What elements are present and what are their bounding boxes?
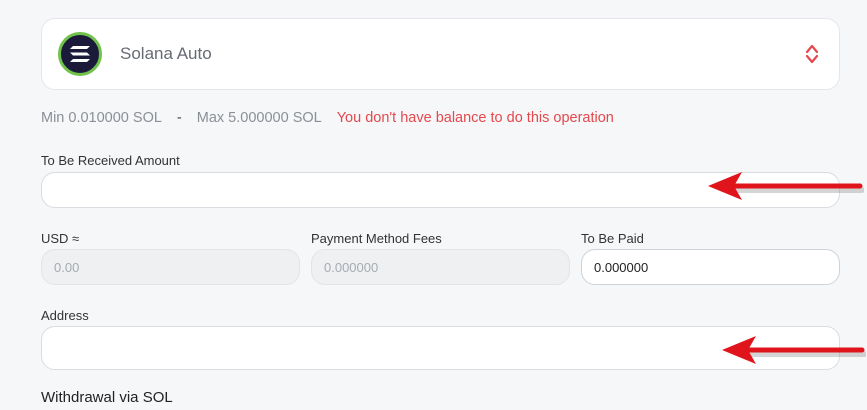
solana-logo-icon bbox=[58, 32, 102, 76]
usd-input: 0.00 bbox=[41, 249, 300, 285]
withdrawal-heading: Withdrawal via SOL bbox=[41, 389, 173, 406]
usd-label: USD ≈ bbox=[41, 231, 80, 246]
max-limit: Max 5.000000 SOL bbox=[196, 110, 322, 126]
min-limit: Min 0.010000 SOL bbox=[41, 110, 162, 126]
received-amount-label: To Be Received Amount bbox=[41, 153, 180, 168]
address-label: Address bbox=[41, 308, 89, 323]
coin-selector[interactable]: Solana Auto bbox=[41, 18, 840, 90]
chevron-up-down-icon[interactable] bbox=[805, 43, 819, 65]
fees-input: 0.000000 bbox=[311, 249, 570, 285]
coin-name: Solana Auto bbox=[120, 44, 212, 63]
red-arrow-icon bbox=[708, 172, 864, 200]
limit-separator: - bbox=[176, 110, 182, 126]
amount-limits: Min 0.010000 SOL - Max 5.000000 SOL You … bbox=[41, 110, 614, 126]
red-arrow-icon bbox=[722, 336, 866, 364]
to-be-paid-input[interactable]: 0.000000 bbox=[581, 249, 840, 285]
fees-label: Payment Method Fees bbox=[311, 231, 442, 246]
balance-warning: You don't have balance to do this operat… bbox=[336, 110, 614, 126]
to-be-paid-label: To Be Paid bbox=[581, 231, 644, 246]
